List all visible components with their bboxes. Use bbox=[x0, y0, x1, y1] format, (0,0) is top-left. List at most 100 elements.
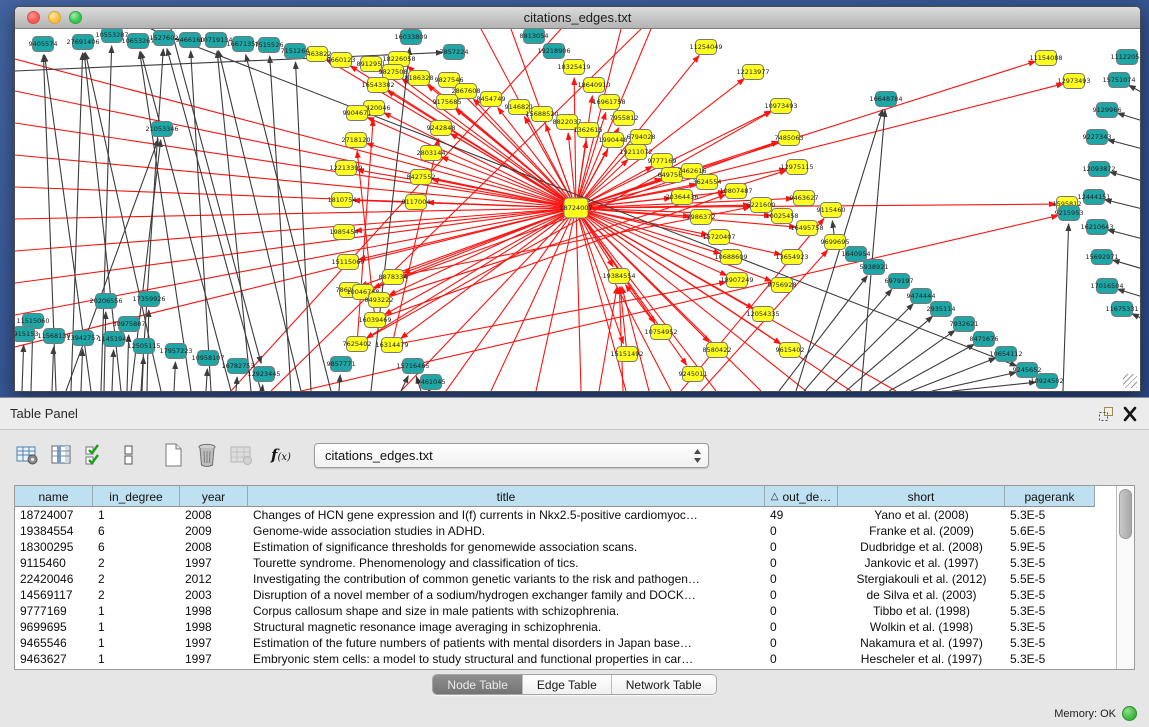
network-graph[interactable]: 1872400774638228660123891295118226058982… bbox=[15, 29, 1140, 391]
graph-edge[interactable] bbox=[804, 289, 892, 391]
table-cell[interactable]: 0 bbox=[765, 603, 838, 619]
resize-grip-icon[interactable] bbox=[1123, 374, 1137, 388]
table-cell[interactable]: 18724007 bbox=[15, 507, 93, 523]
graph-edge[interactable] bbox=[104, 312, 106, 391]
table-row[interactable]: 977716911998Corpus callosum shape and si… bbox=[15, 603, 1117, 619]
table-row[interactable]: 911546021997Tourette syndrome. Phenomeno… bbox=[15, 555, 1117, 571]
memory-status-indicator[interactable] bbox=[1122, 706, 1137, 721]
table-cell[interactable]: 0 bbox=[765, 619, 838, 635]
table-cell[interactable]: 9115460 bbox=[15, 555, 93, 571]
table-panel-titlebar[interactable]: Table Panel bbox=[0, 398, 1149, 430]
column-header-name[interactable]: name bbox=[15, 486, 93, 507]
table-cell[interactable]: Estimation of significance thresholds fo… bbox=[248, 539, 765, 555]
table-row[interactable]: 1456911722003Disruption of a novel membe… bbox=[15, 587, 1117, 603]
table-cell[interactable]: Embryonic stem cells: a model to study s… bbox=[248, 651, 765, 667]
table-cell[interactable]: 1998 bbox=[180, 619, 248, 635]
graph-edge[interactable] bbox=[576, 84, 1063, 208]
select-columns-icon[interactable] bbox=[80, 441, 110, 469]
table-cell[interactable]: 0 bbox=[765, 571, 838, 587]
graph-edge[interactable] bbox=[389, 208, 576, 295]
table-cell[interactable]: 0 bbox=[765, 587, 838, 603]
tab-edge-table[interactable]: Edge Table bbox=[522, 675, 611, 694]
graph-edge[interactable] bbox=[270, 56, 291, 391]
table-cell[interactable]: 1 bbox=[93, 507, 180, 523]
table-cell[interactable]: 2 bbox=[93, 555, 180, 571]
table-cell[interactable]: Yano et al. (2008) bbox=[838, 507, 1005, 523]
graph-edge[interactable] bbox=[52, 347, 54, 391]
graph-edge[interactable] bbox=[217, 51, 251, 391]
table-cell[interactable]: 1998 bbox=[180, 603, 248, 619]
graph-edge[interactable] bbox=[296, 62, 311, 391]
table-cell[interactable]: 14569117 bbox=[15, 587, 93, 603]
graph-edge[interactable] bbox=[1110, 172, 1140, 181]
table-cell[interactable]: 18300295 bbox=[15, 539, 93, 555]
column-header-pagerank[interactable]: pagerank bbox=[1005, 486, 1095, 507]
table-cell[interactable]: 5.3E-5 bbox=[1005, 603, 1095, 619]
table-cell[interactable]: Disruption of a novel member of a sodium… bbox=[248, 587, 765, 603]
table-row[interactable]: 1830029562008Estimation of significance … bbox=[15, 539, 1117, 555]
table-cell[interactable]: 49 bbox=[765, 507, 838, 523]
table-cell[interactable]: 5.3E-5 bbox=[1005, 619, 1095, 635]
column-header-title[interactable]: title bbox=[248, 486, 765, 507]
table-row[interactable]: 1872400712008Changes of HCN gene express… bbox=[15, 507, 1117, 523]
table-cell[interactable]: 1997 bbox=[180, 651, 248, 667]
network-canvas[interactable]: 1872400774638228660123891295118226058982… bbox=[15, 29, 1140, 391]
scrollbar-thumb[interactable] bbox=[1119, 489, 1132, 539]
graph-edge[interactable] bbox=[219, 51, 301, 391]
graph-edge[interactable] bbox=[1118, 113, 1140, 121]
table-cell[interactable]: 1997 bbox=[180, 555, 248, 571]
window-titlebar[interactable]: citations_edges.txt bbox=[15, 7, 1140, 29]
table-cell[interactable]: Estimation of the future numbers of pati… bbox=[248, 635, 765, 651]
row-height-icon[interactable] bbox=[114, 441, 144, 469]
graph-edge[interactable] bbox=[681, 218, 824, 391]
table-row[interactable]: 2242004622012Investigating the contribut… bbox=[15, 571, 1117, 587]
graph-edge[interactable] bbox=[236, 377, 237, 391]
table-row[interactable]: 969969511998Structural magnetic resonanc… bbox=[15, 619, 1117, 635]
table-cell[interactable]: 9465546 bbox=[15, 635, 93, 651]
graph-edge[interactable] bbox=[262, 385, 263, 391]
table-cell[interactable]: 0 bbox=[765, 635, 838, 651]
graph-edge[interactable] bbox=[357, 111, 771, 344]
minimize-button[interactable] bbox=[48, 11, 61, 24]
table-cell[interactable]: 5.5E-5 bbox=[1005, 571, 1095, 587]
column-view-icon[interactable] bbox=[46, 441, 76, 469]
table-row[interactable]: 1938455462009Genome-wide association stu… bbox=[15, 523, 1117, 539]
table-cell[interactable]: 1 bbox=[93, 635, 180, 651]
table-cell[interactable]: 5.3E-5 bbox=[1005, 635, 1095, 651]
table-cell[interactable]: Tibbo et al. (1998) bbox=[838, 603, 1005, 619]
column-header-in_degree[interactable]: in_degree bbox=[93, 486, 180, 507]
graph-edge[interactable] bbox=[231, 29, 561, 391]
tab-network-table[interactable]: Network Table bbox=[611, 675, 716, 694]
graph-edge[interactable] bbox=[141, 52, 231, 391]
float-window-icon[interactable] bbox=[1097, 406, 1115, 422]
function-builder-icon[interactable]: f(x) bbox=[266, 441, 296, 469]
table-cell[interactable]: Changes of HCN gene expression and I(f) … bbox=[248, 507, 765, 523]
delete-table-icon[interactable] bbox=[192, 441, 222, 469]
table-cell[interactable]: Wolkin et al. (1998) bbox=[838, 619, 1005, 635]
table-cell[interactable]: 0 bbox=[765, 555, 838, 571]
table-cell[interactable]: 2012 bbox=[180, 571, 248, 587]
table-cell[interactable]: 5.3E-5 bbox=[1005, 507, 1095, 523]
new-document-icon[interactable] bbox=[158, 441, 188, 469]
table-cell[interactable]: 1997 bbox=[180, 635, 248, 651]
table-cell[interactable]: Stergiakouli et al. (2012) bbox=[838, 571, 1005, 587]
graph-edge[interactable] bbox=[826, 304, 913, 391]
tab-node-table[interactable]: Node Table bbox=[433, 675, 522, 694]
graph-edge[interactable] bbox=[174, 362, 175, 391]
table-cell[interactable]: Nakamura et al. (1997) bbox=[838, 635, 1005, 651]
table-cell[interactable]: Genome-wide association studies in ADHD. bbox=[248, 523, 765, 539]
import-table-icon[interactable] bbox=[226, 441, 256, 469]
table-cell[interactable]: 2009 bbox=[180, 523, 248, 539]
column-header-out_de[interactable]: △out_de… bbox=[765, 486, 838, 507]
table-cell[interactable]: Dudbridge et al. (2008) bbox=[838, 539, 1005, 555]
zoom-button[interactable] bbox=[69, 11, 82, 24]
table-cell[interactable]: 5.3E-5 bbox=[1005, 651, 1095, 667]
graph-edge[interactable] bbox=[206, 369, 207, 391]
graph-edge[interactable] bbox=[401, 376, 408, 391]
table-cell[interactable]: 5.6E-5 bbox=[1005, 523, 1095, 539]
close-panel-icon[interactable] bbox=[1121, 406, 1139, 422]
column-header-year[interactable]: year bbox=[180, 486, 248, 507]
table-cell[interactable]: 2 bbox=[93, 571, 180, 587]
graph-edge[interactable] bbox=[191, 51, 211, 391]
table-cell[interactable]: Corpus callosum shape and size in male p… bbox=[248, 603, 765, 619]
